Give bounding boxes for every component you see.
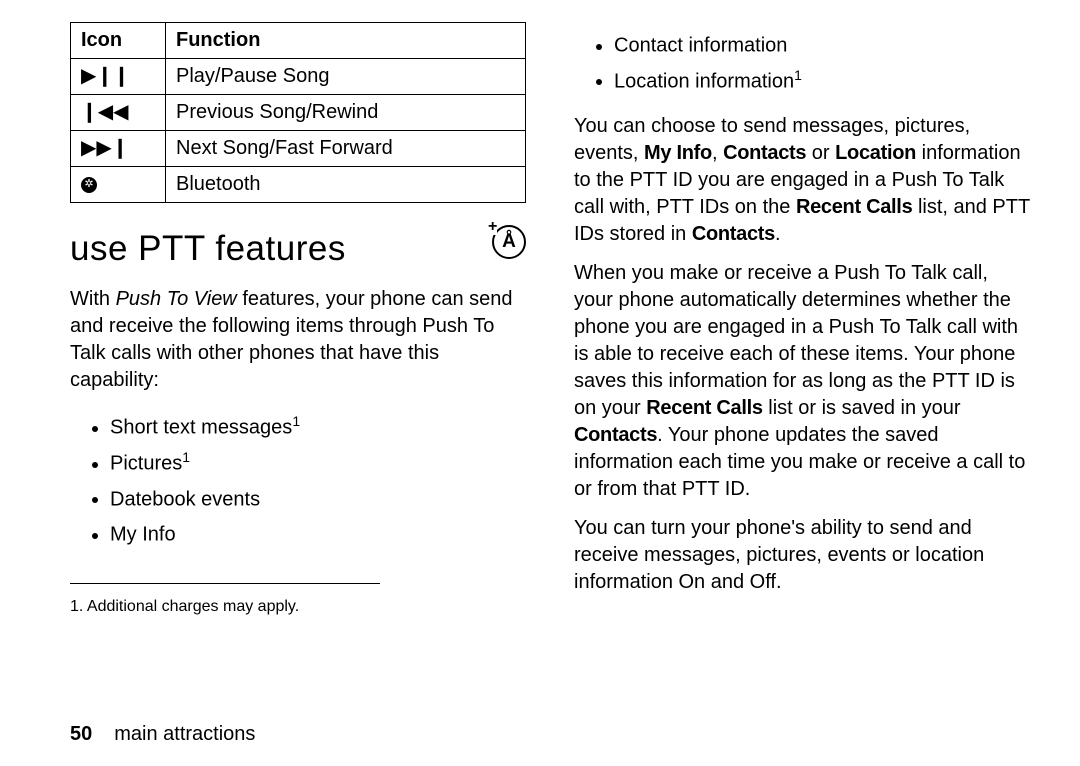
table-row: ✲ Bluetooth bbox=[71, 167, 526, 203]
play-pause-icon: ▶❙❙ bbox=[71, 59, 166, 95]
intro-em: Push To View bbox=[116, 288, 237, 310]
manual-page: Icon Function ▶❙❙ Play/Pause Song ❙◀◀ Pr… bbox=[0, 0, 1080, 766]
intro-pre: With bbox=[70, 288, 116, 310]
paragraph-auto-determine: When you make or receive a Push To Talk … bbox=[574, 260, 1030, 503]
section-label: main attractions bbox=[114, 723, 255, 746]
prev-rewind-icon: ❙◀◀ bbox=[71, 95, 166, 131]
left-column: Icon Function ▶❙❙ Play/Pause Song ❙◀◀ Pr… bbox=[70, 20, 526, 705]
table-row: ▶❙❙ Play/Pause Song bbox=[71, 59, 526, 95]
list-item: Short text messages1 bbox=[110, 412, 526, 442]
footnote-text: 1. Additional charges may apply. bbox=[70, 596, 526, 618]
table-row: ❙◀◀ Previous Song/Rewind bbox=[71, 95, 526, 131]
next-ffwd-icon: ▶▶❙ bbox=[71, 131, 166, 167]
intro-paragraph: With Push To View features, your phone c… bbox=[70, 286, 526, 394]
page-number: 50 bbox=[70, 723, 92, 746]
list-item: My Info bbox=[110, 519, 526, 549]
footnote-divider bbox=[70, 583, 380, 584]
right-bullet-list: Contact information Location information… bbox=[574, 24, 1030, 101]
paragraph-on-off: You can turn your phone's ability to sen… bbox=[574, 515, 1030, 596]
th-function: Function bbox=[166, 23, 526, 59]
page-footer: 50 main attractions bbox=[70, 723, 1030, 746]
section-heading-row: use PTT features + Å bbox=[70, 203, 526, 280]
icon-function-table: Icon Function ▶❙❙ Play/Pause Song ❙◀◀ Pr… bbox=[70, 22, 526, 203]
cell-function: Next Song/Fast Forward bbox=[166, 131, 526, 167]
cell-function: Previous Song/Rewind bbox=[166, 95, 526, 131]
section-heading: use PTT features bbox=[70, 225, 346, 272]
table-header-row: Icon Function bbox=[71, 23, 526, 59]
antenna-plus-icon: + Å bbox=[492, 225, 526, 259]
list-item: Contact information bbox=[614, 30, 1030, 60]
paragraph-send-choices: You can choose to send messages, picture… bbox=[574, 113, 1030, 248]
list-item: Location information1 bbox=[614, 66, 1030, 96]
right-column: Contact information Location information… bbox=[574, 20, 1030, 705]
list-item: Datebook events bbox=[110, 484, 526, 514]
table-row: ▶▶❙ Next Song/Fast Forward bbox=[71, 131, 526, 167]
cell-function: Bluetooth bbox=[166, 167, 526, 203]
list-item: Pictures1 bbox=[110, 448, 526, 478]
two-column-layout: Icon Function ▶❙❙ Play/Pause Song ❙◀◀ Pr… bbox=[70, 20, 1030, 705]
th-icon: Icon bbox=[71, 23, 166, 59]
bluetooth-icon: ✲ bbox=[71, 167, 166, 203]
cell-function: Play/Pause Song bbox=[166, 59, 526, 95]
left-bullet-list: Short text messages1 Pictures1 Datebook … bbox=[70, 406, 526, 555]
